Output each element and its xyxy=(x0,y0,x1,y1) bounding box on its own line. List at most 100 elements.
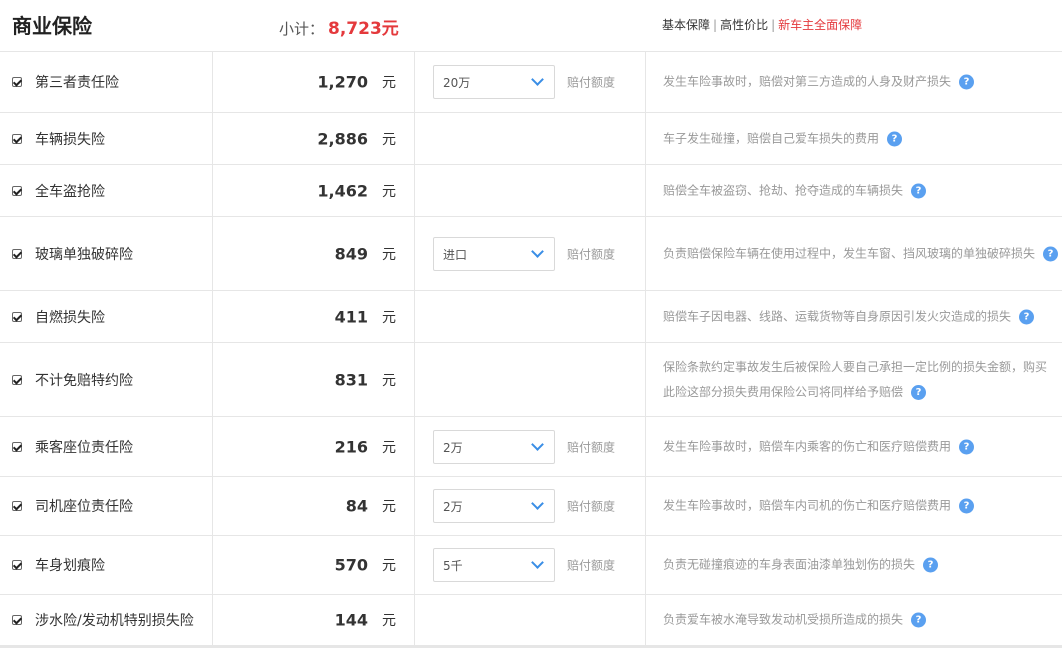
checkbox-icon[interactable] xyxy=(12,501,22,511)
table-row: 涉水险/发动机特别损失险 144 元 负责爱车被水淹导致发动机受损所造成的损失? xyxy=(0,595,1062,648)
price-cell: 1,462 元 xyxy=(213,165,415,216)
currency-unit: 元 xyxy=(382,613,396,629)
currency-unit: 元 xyxy=(382,439,396,456)
option-cell: 5千 赔付额度 xyxy=(415,536,646,594)
chevron-down-icon xyxy=(531,244,544,258)
coverage-select[interactable]: 2万 xyxy=(433,429,555,464)
name-cell: 司机座位责任险 xyxy=(0,477,213,535)
coverage-value: 2万 xyxy=(443,440,463,455)
checkbox-icon[interactable] xyxy=(12,248,22,259)
coverage-label: 赔付额度 xyxy=(567,75,616,90)
insurance-description: 保险条款约定事故发生后被保险人要自己承担一定比例的损失金额，购买此险这部分损失费… xyxy=(663,355,1058,405)
insurance-description: 发生车险事故时，赔偿车内乘客的伤亡和医疗赔偿费用? xyxy=(663,434,1058,459)
subtotal-amount: 8,723元 xyxy=(328,19,399,39)
description-text: 保险条款约定事故发生后被保险人要自己承担一定比例的损失金额，购买此险这部分损失费… xyxy=(663,359,1048,399)
insurance-name: 第三者责任险 xyxy=(35,75,119,91)
checkbox-icon[interactable] xyxy=(12,77,22,87)
coverage-value: 5千 xyxy=(443,559,463,573)
description-cell: 发生车险事故时，赔偿车内司机的伤亡和医疗赔偿费用? xyxy=(646,477,1062,535)
price-cell: 849 元 xyxy=(213,217,415,290)
subtotal-label: 小计： xyxy=(279,20,325,38)
table-row: 不计免赔特约险 831 元 保险条款约定事故发生后被保险人要自己承担一定比例的损… xyxy=(0,343,1062,417)
question-circle-icon[interactable]: ? xyxy=(911,384,927,400)
option-cell xyxy=(415,113,646,164)
option-cell: 2万 赔付额度 xyxy=(415,417,646,476)
table-row: 车辆损失险 2,886 元 车子发生碰撞，赔偿自己爱车损失的费用? xyxy=(0,113,1062,165)
insurance-description: 车子发生碰撞，赔偿自己爱车损失的费用? xyxy=(663,126,1058,151)
description-cell: 赔偿全车被盗窃、抢劫、抢夺造成的车辆损失? xyxy=(646,165,1062,216)
insurance-description: 发生车险事故时，赔偿车内司机的伤亡和医疗赔偿费用? xyxy=(663,494,1058,519)
table-row: 玻璃单独破碎险 849 元 进口 赔付额度 负责赔偿保险车辆在使用过程中，发生车… xyxy=(0,217,1062,291)
option-cell xyxy=(415,291,646,342)
checkbox-icon[interactable] xyxy=(12,374,22,385)
plan-toggles: 基本保障 | 高性价比 | 新车主全面保障 xyxy=(662,16,862,33)
description-text: 负责无碰撞痕迹的车身表面油漆单独划伤的损失 xyxy=(663,557,916,572)
insurance-description: 赔偿车子因电器、线路、运载货物等自身原因引发火灾造成的损失? xyxy=(663,304,1058,329)
checkbox-icon[interactable] xyxy=(12,560,22,570)
coverage-value: 进口 xyxy=(443,247,468,262)
description-text: 发生车险事故时，赔偿对第三方造成的人身及财产损失 xyxy=(663,74,952,89)
premium-amount: 2,886 xyxy=(317,129,368,148)
description-cell: 车子发生碰撞，赔偿自己爱车损失的费用? xyxy=(646,113,1062,164)
option-cell: 20万 赔付额度 xyxy=(415,52,646,112)
divider: | xyxy=(771,18,776,32)
checkbox-icon[interactable] xyxy=(12,133,22,144)
plan-value-link[interactable]: 高性价比 xyxy=(720,18,768,32)
coverage-label: 赔付额度 xyxy=(567,499,616,514)
description-cell: 赔偿车子因电器、线路、运载货物等自身原因引发火灾造成的损失? xyxy=(646,291,1062,342)
option-cell xyxy=(415,343,646,416)
description-cell: 负责无碰撞痕迹的车身表面油漆单独划伤的损失? xyxy=(646,536,1062,594)
question-circle-icon[interactable]: ? xyxy=(959,439,975,454)
name-cell: 自燃损失险 xyxy=(0,291,213,342)
coverage-select[interactable]: 2万 xyxy=(433,489,555,523)
divider: | xyxy=(713,18,718,32)
checkbox-icon[interactable] xyxy=(12,185,22,196)
option-cell: 2万 赔付额度 xyxy=(415,477,646,535)
price-cell: 2,886 元 xyxy=(213,113,415,164)
checkbox-icon[interactable] xyxy=(12,311,22,322)
coverage-value: 20万 xyxy=(443,76,471,90)
description-cell: 负责爱车被水淹导致发动机受损所造成的损失? xyxy=(646,595,1062,645)
insurance-name: 车身划痕险 xyxy=(35,558,105,574)
name-cell: 涉水险/发动机特别损失险 xyxy=(0,595,213,645)
insurance-table: 第三者责任险 1,270 元 20万 赔付额度 发生车险事故时，赔偿对第三方造成… xyxy=(0,52,1062,648)
description-text: 发生车险事故时，赔偿车内乘客的伤亡和医疗赔偿费用 xyxy=(663,439,952,453)
question-circle-icon[interactable]: ? xyxy=(1043,246,1059,261)
checkbox-icon[interactable] xyxy=(12,615,22,625)
question-circle-icon[interactable]: ? xyxy=(887,131,903,146)
question-circle-icon[interactable]: ? xyxy=(911,183,927,198)
plan-new-owner-link[interactable]: 新车主全面保障 xyxy=(778,18,862,32)
question-circle-icon[interactable]: ? xyxy=(1019,309,1035,324)
name-cell: 乘客座位责任险 xyxy=(0,417,213,476)
coverage-select[interactable]: 20万 xyxy=(433,65,555,99)
currency-unit: 元 xyxy=(382,309,396,326)
checkbox-icon[interactable] xyxy=(12,441,22,452)
question-circle-icon[interactable]: ? xyxy=(911,612,927,628)
coverage-select[interactable]: 进口 xyxy=(433,236,555,271)
insurance-description: 发生车险事故时，赔偿对第三方造成的人身及财产损失? xyxy=(663,70,1058,95)
insurance-name: 不计免赔特约险 xyxy=(35,372,133,389)
price-cell: 570 元 xyxy=(213,536,415,594)
description-cell: 负责赔偿保险车辆在使用过程中，发生车窗、挡风玻璃的单独破碎损失? xyxy=(646,217,1062,290)
insurance-description: 负责赔偿保险车辆在使用过程中，发生车窗、挡风玻璃的单独破碎损失? xyxy=(663,241,1059,266)
price-cell: 144 元 xyxy=(213,595,415,645)
name-cell: 车辆损失险 xyxy=(0,113,213,164)
question-circle-icon[interactable]: ? xyxy=(959,498,975,514)
description-text: 车子发生碰撞，赔偿自己爱车损失的费用 xyxy=(663,131,880,145)
price-cell: 831 元 xyxy=(213,343,415,416)
insurance-name: 自燃损失险 xyxy=(35,309,105,326)
currency-unit: 元 xyxy=(382,246,396,263)
price-cell: 1,270 元 xyxy=(213,52,415,112)
question-circle-icon[interactable]: ? xyxy=(959,74,975,90)
price-cell: 84 元 xyxy=(213,477,415,535)
description-cell: 发生车险事故时，赔偿车内乘客的伤亡和医疗赔偿费用? xyxy=(646,417,1062,476)
description-cell: 保险条款约定事故发生后被保险人要自己承担一定比例的损失金额，购买此险这部分损失费… xyxy=(646,343,1062,416)
insurance-name: 乘客座位责任险 xyxy=(35,439,133,456)
premium-amount: 1,462 xyxy=(317,181,368,200)
premium-amount: 144 xyxy=(334,610,368,630)
currency-unit: 元 xyxy=(382,75,396,91)
premium-amount: 84 xyxy=(345,496,368,516)
question-circle-icon[interactable]: ? xyxy=(923,557,939,573)
plan-basic-link[interactable]: 基本保障 xyxy=(662,18,710,32)
coverage-select[interactable]: 5千 xyxy=(433,548,555,582)
